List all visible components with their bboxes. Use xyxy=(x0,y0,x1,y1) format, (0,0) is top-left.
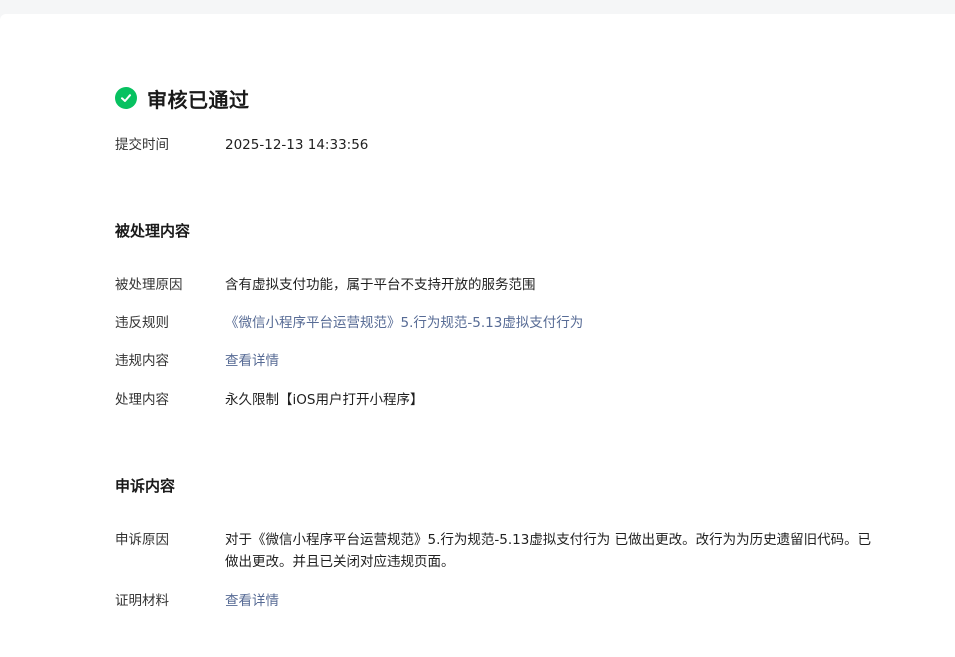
appeal-reason-label: 申诉原因 xyxy=(115,532,169,548)
review-result-card: 审核已通过 提交时间 2025-12-13 14:33:56 被处理内容 被处理… xyxy=(0,14,955,657)
violated-rule-link[interactable]: 《微信小程序平台运营规范》5.行为规范-5.13虚拟支付行为 xyxy=(225,312,875,334)
submission-time-value: 2025-12-13 14:33:56 xyxy=(225,137,369,153)
appeal-reason-value: 对于《微信小程序平台运营规范》5.行为规范-5.13虚拟支付行为 已做出更改。改… xyxy=(225,532,872,570)
check-circle-icon xyxy=(115,87,137,109)
violation-content-label: 违规内容 xyxy=(115,353,169,369)
review-status-title: 审核已通过 xyxy=(147,87,250,112)
processed-reason-label: 被处理原因 xyxy=(115,277,183,293)
handling-content-row: 处理内容 永久限制【iOS用户打开小程序】 xyxy=(115,389,875,411)
processed-reason-value: 含有虚拟支付功能，属于平台不支持开放的服务范围 xyxy=(225,277,536,293)
appeal-reason-row: 申诉原因 对于《微信小程序平台运营规范》5.行为规范-5.13虚拟支付行为 已做… xyxy=(115,529,875,573)
violated-rule-row: 违反规则 《微信小程序平台运营规范》5.行为规范-5.13虚拟支付行为 xyxy=(115,312,875,334)
proof-materials-row: 证明材料 查看详情 xyxy=(115,590,875,612)
appeal-section-title: 申诉内容 xyxy=(115,477,176,495)
proof-materials-label: 证明材料 xyxy=(115,593,169,609)
processed-section-title: 被处理内容 xyxy=(115,222,191,240)
violation-details-link[interactable]: 查看详情 xyxy=(225,350,875,372)
submission-time-label: 提交时间 xyxy=(115,137,169,153)
review-status: 审核已通过 xyxy=(115,85,250,112)
submission-time-row: 提交时间 2025-12-13 14:33:56 xyxy=(115,134,875,156)
handling-content-label: 处理内容 xyxy=(115,392,169,408)
violated-rule-label: 违反规则 xyxy=(115,315,169,331)
violation-content-row: 违规内容 查看详情 xyxy=(115,350,875,372)
processed-reason-row: 被处理原因 含有虚拟支付功能，属于平台不支持开放的服务范围 xyxy=(115,274,875,296)
handling-content-value: 永久限制【iOS用户打开小程序】 xyxy=(225,392,424,408)
proof-details-link[interactable]: 查看详情 xyxy=(225,590,875,612)
